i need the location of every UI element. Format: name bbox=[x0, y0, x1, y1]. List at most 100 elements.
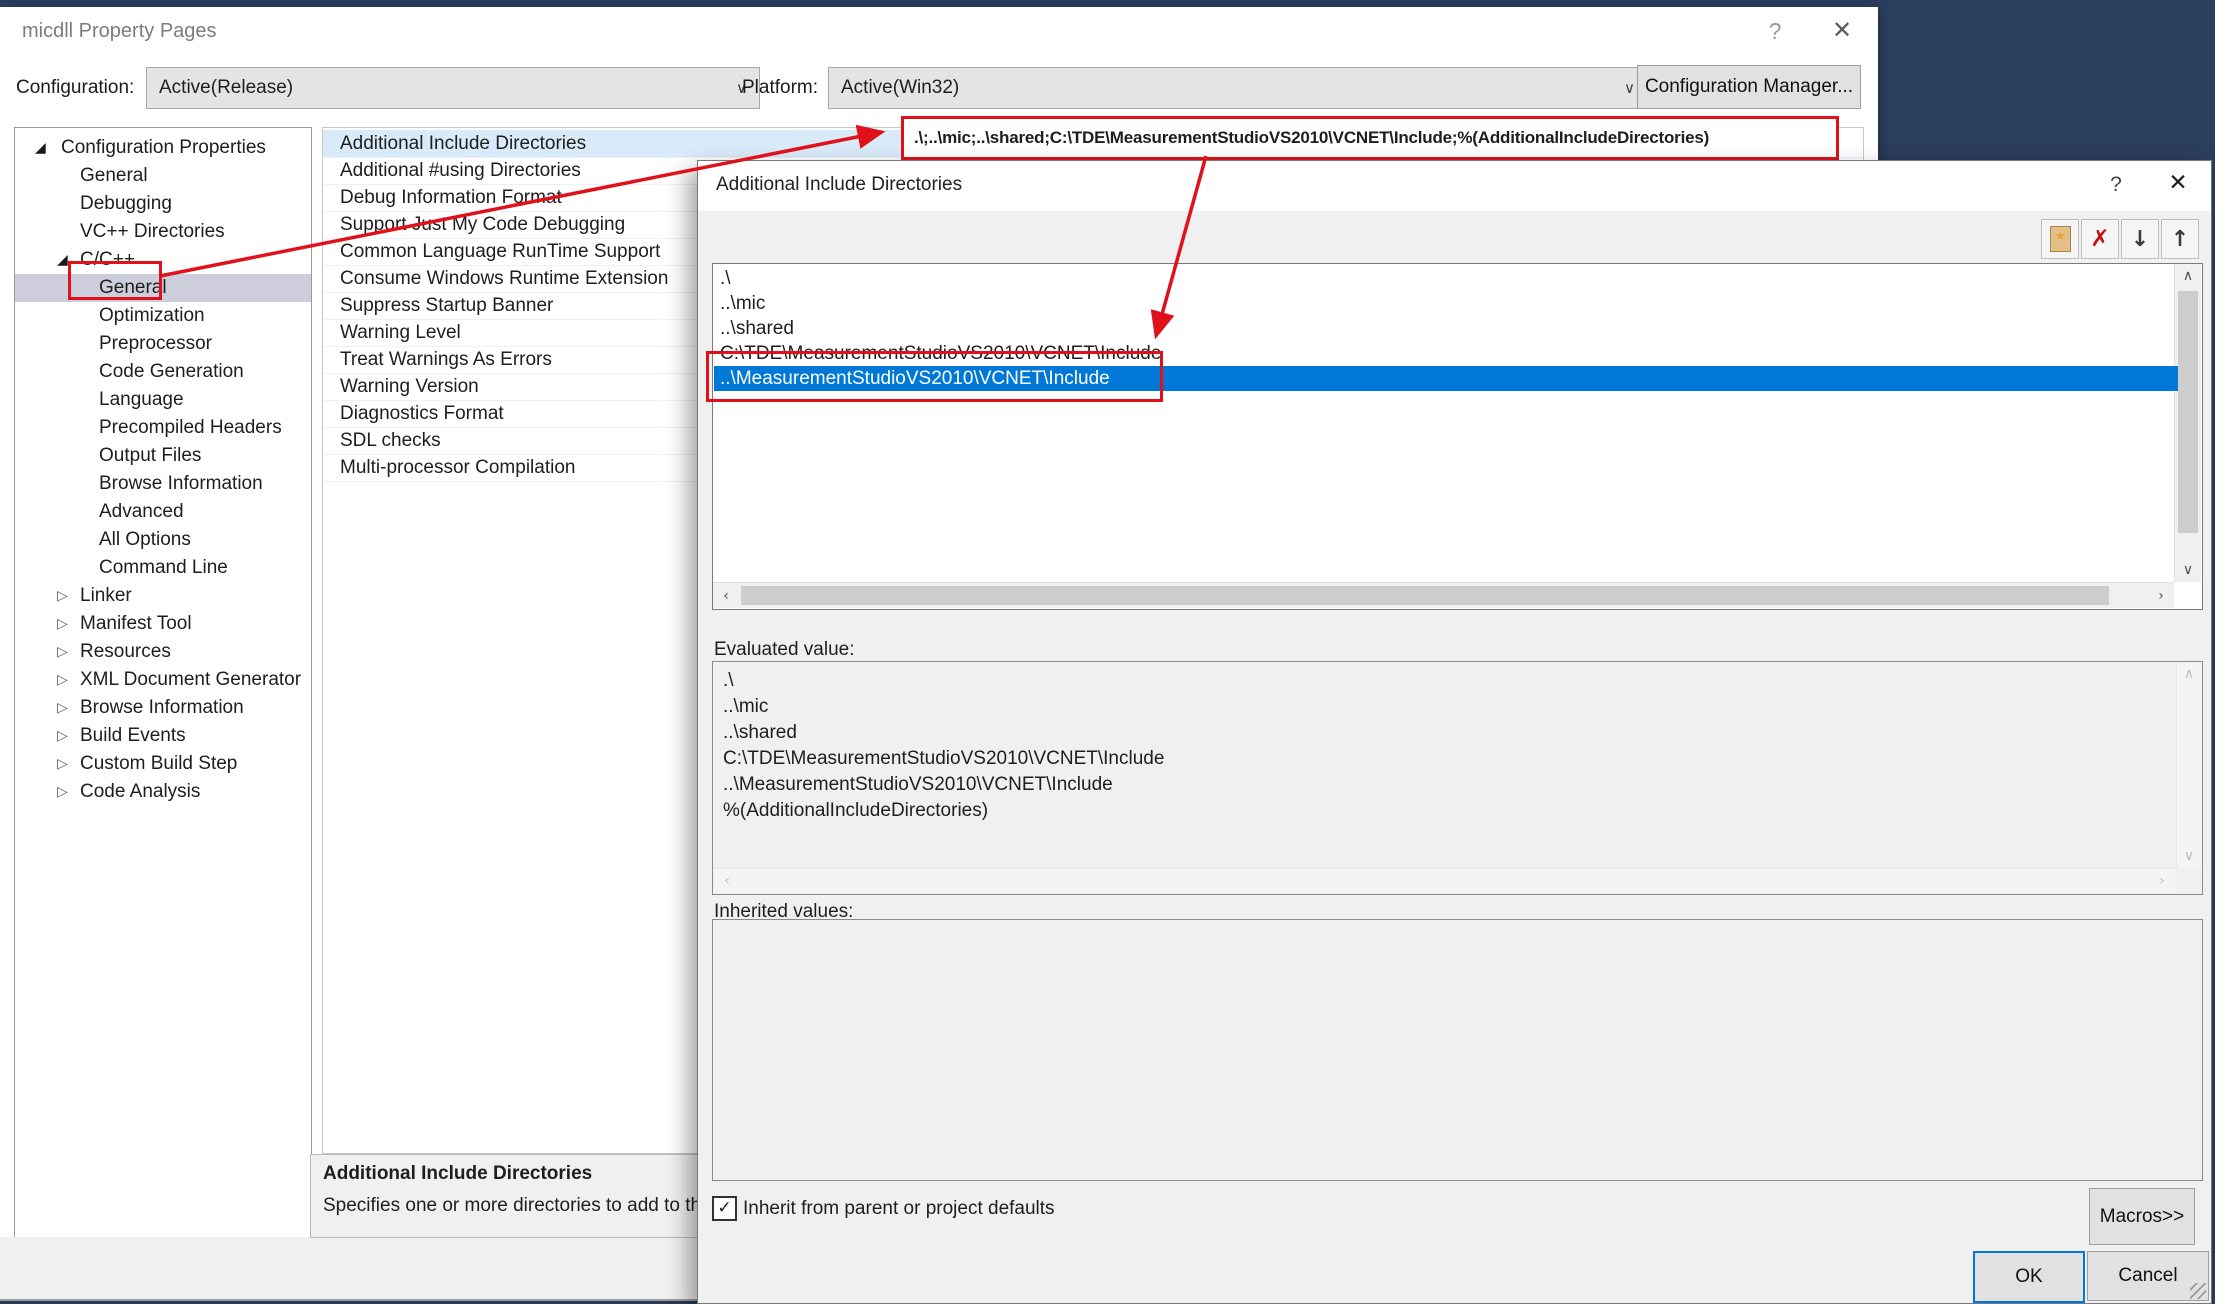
configuration-dropdown[interactable]: Active(Release) ∨ bbox=[146, 67, 760, 109]
tree-item-label: All Options bbox=[99, 529, 191, 551]
tree-item-label: Optimization bbox=[99, 305, 205, 327]
help-icon[interactable]: ? bbox=[1758, 18, 1792, 45]
tree-item-linker[interactable]: ▷Linker bbox=[15, 582, 312, 610]
tree-item-label: XML Document Generator bbox=[80, 669, 301, 691]
tree-item-label: C/C++ bbox=[80, 249, 135, 271]
tree-item-custom-build-step[interactable]: ▷Custom Build Step bbox=[15, 750, 312, 778]
tree-item-all-options[interactable]: All Options bbox=[15, 526, 312, 554]
tree-item-build-events[interactable]: ▷Build Events bbox=[15, 722, 312, 750]
tree-item-xml-document-generator[interactable]: ▷ XML Document Generator bbox=[15, 666, 312, 694]
tree-collapsed-icon[interactable]: ▷ bbox=[57, 756, 68, 772]
include-directory-item[interactable]: .\ bbox=[714, 266, 2178, 291]
tree-collapsed-icon[interactable]: ▷ bbox=[57, 644, 68, 660]
scroll-up-icon[interactable]: ∧ bbox=[2177, 664, 2201, 684]
scrollbar-thumb[interactable] bbox=[741, 586, 2109, 605]
tree-collapsed-icon[interactable]: ▷ bbox=[57, 784, 68, 800]
tree-item-preprocessor[interactable]: Preprocessor bbox=[15, 330, 312, 358]
tree-item-advanced[interactable]: Advanced bbox=[15, 498, 312, 526]
tree-item-code-generation[interactable]: Code Generation bbox=[15, 358, 312, 386]
tree-item-label: Code Analysis bbox=[80, 781, 200, 803]
grid-row-label: Consume Windows Runtime Extension bbox=[340, 268, 668, 290]
tree-item-optimization[interactable]: Optimization bbox=[15, 302, 312, 330]
scroll-down-icon[interactable]: ∨ bbox=[2177, 846, 2201, 866]
tree-item-label: VC++ Directories bbox=[80, 221, 225, 243]
tree-item-language[interactable]: Language bbox=[15, 386, 312, 414]
ok-button[interactable]: OK bbox=[1973, 1251, 2085, 1303]
tree-item-precompiled-headers[interactable]: Precompiled Headers bbox=[15, 414, 312, 442]
additional-include-directories-value[interactable]: .\;..\mic;..\shared;C:\TDE\MeasurementSt… bbox=[901, 116, 1839, 160]
tree-item-command-line[interactable]: Command Line bbox=[15, 554, 312, 582]
include-directory-item[interactable]: ..\mic bbox=[714, 291, 2178, 316]
tree-item-label: Precompiled Headers bbox=[99, 417, 282, 439]
macros-button[interactable]: Macros>> bbox=[2089, 1188, 2195, 1245]
scroll-left-icon[interactable]: ‹ bbox=[713, 583, 739, 608]
tree-item-c-c[interactable]: ◢ C/C++ bbox=[15, 246, 312, 274]
new-line-button[interactable]: ★ bbox=[2041, 219, 2079, 259]
new-item-icon: ★ bbox=[2050, 226, 2071, 252]
scrollbar-thumb[interactable] bbox=[2178, 291, 2198, 533]
inherit-checkbox[interactable]: ✓ bbox=[712, 1196, 737, 1221]
tree-collapsed-icon[interactable]: ▷ bbox=[57, 728, 68, 744]
horizontal-scrollbar[interactable]: ‹ › bbox=[713, 582, 2174, 608]
include-directory-item[interactable]: ..\shared bbox=[714, 316, 2178, 341]
tree-item-label: Command Line bbox=[99, 557, 228, 579]
tree-expanded-icon[interactable]: ◢ bbox=[57, 252, 68, 268]
delete-button[interactable]: ✗ bbox=[2081, 219, 2119, 259]
help-icon[interactable]: ? bbox=[2098, 173, 2134, 197]
tree-item-label: Preprocessor bbox=[99, 333, 212, 355]
grid-row-label: Additional #using Directories bbox=[340, 160, 581, 182]
tree-item-browse-information[interactable]: Browse Information bbox=[15, 470, 312, 498]
tree-item-resources[interactable]: ▷Resources bbox=[15, 638, 312, 666]
tree-item-browse-information[interactable]: ▷Browse Information bbox=[15, 694, 312, 722]
window-title: micdll Property Pages bbox=[22, 20, 217, 43]
delete-icon: ✗ bbox=[2090, 226, 2109, 252]
tree-collapsed-icon[interactable]: ▷ bbox=[57, 616, 68, 632]
tree-item-vc-directories[interactable]: VC++ Directories bbox=[15, 218, 312, 246]
include-directories-list: ∧ ∨ ‹ › .\..\mic..\sharedC:\TDE\Measurem… bbox=[712, 263, 2203, 610]
scroll-left-icon[interactable]: ‹ bbox=[715, 869, 739, 893]
grid-row-label: Multi-processor Compilation bbox=[340, 457, 575, 479]
grid-row-label: Suppress Startup Banner bbox=[340, 295, 553, 317]
tree-item-general[interactable]: General bbox=[15, 274, 312, 302]
tree-item-manifest-tool[interactable]: ▷Manifest Tool bbox=[15, 610, 312, 638]
evaluated-value-line: ..\MeasurementStudioVS2010\VCNET\Include bbox=[723, 772, 1164, 798]
include-directory-item[interactable]: C:\TDE\MeasurementStudioVS2010\VCNET\Inc… bbox=[714, 341, 2178, 366]
tree-item-general[interactable]: General bbox=[15, 162, 312, 190]
vertical-scrollbar[interactable]: ∧ ∨ bbox=[2174, 264, 2201, 582]
scroll-down-icon[interactable]: ∨ bbox=[2175, 558, 2201, 582]
close-icon[interactable]: ✕ bbox=[1822, 16, 1862, 44]
scroll-right-icon[interactable]: › bbox=[2150, 869, 2174, 893]
tree-item-configuration-properties[interactable]: ◢Configuration Properties bbox=[15, 134, 312, 162]
move-down-button[interactable]: ↓ bbox=[2121, 219, 2159, 259]
evaluated-value-line: %(AdditionalIncludeDirectories) bbox=[723, 798, 1164, 824]
tree-item-debugging[interactable]: Debugging bbox=[15, 190, 312, 218]
resize-grip[interactable] bbox=[2190, 1283, 2206, 1299]
arrow-down-icon: ↓ bbox=[2131, 227, 2149, 252]
tree-item-label: Code Generation bbox=[99, 361, 244, 383]
include-directory-item[interactable]: ..\MeasurementStudioVS2010\VCNET\Include bbox=[714, 366, 2178, 391]
tree-collapsed-icon[interactable]: ▷ bbox=[57, 672, 68, 688]
evaluated-value-box: .\..\mic..\sharedC:\TDE\MeasurementStudi… bbox=[712, 661, 2203, 895]
tree-item-output-files[interactable]: Output Files bbox=[15, 442, 312, 470]
configuration-manager-button[interactable]: Configuration Manager... bbox=[1637, 65, 1861, 109]
horizontal-scrollbar[interactable]: ‹ › bbox=[713, 868, 2176, 893]
move-up-button[interactable]: ↑ bbox=[2161, 219, 2199, 259]
grid-row-label: Additional Include Directories bbox=[340, 133, 586, 155]
tree-collapsed-icon[interactable]: ▷ bbox=[57, 700, 68, 716]
inherit-checkbox-label: Inherit from parent or project defaults bbox=[743, 1198, 1055, 1220]
arrow-up-icon: ↑ bbox=[2171, 227, 2189, 252]
chevron-down-icon: ∨ bbox=[1624, 79, 1635, 97]
close-icon[interactable]: ✕ bbox=[2156, 170, 2200, 196]
grid-row-label: Common Language RunTime Support bbox=[340, 241, 660, 263]
scroll-right-icon[interactable]: › bbox=[2148, 583, 2174, 608]
scroll-up-icon[interactable]: ∧ bbox=[2175, 264, 2201, 288]
tree-collapsed-icon[interactable]: ▷ bbox=[57, 588, 68, 604]
tree-item-label: Browse Information bbox=[99, 473, 263, 495]
help-box-title: Additional Include Directories bbox=[323, 1163, 592, 1185]
tree-item-label: Debugging bbox=[80, 193, 172, 215]
grid-row-label: Warning Version bbox=[340, 376, 479, 398]
platform-dropdown[interactable]: Active(Win32) ∨ bbox=[828, 67, 1648, 109]
vertical-scrollbar[interactable]: ∧ ∨ bbox=[2176, 662, 2201, 868]
tree-expanded-icon[interactable]: ◢ bbox=[35, 140, 46, 156]
tree-item-code-analysis[interactable]: ▷ Code Analysis bbox=[15, 778, 312, 806]
